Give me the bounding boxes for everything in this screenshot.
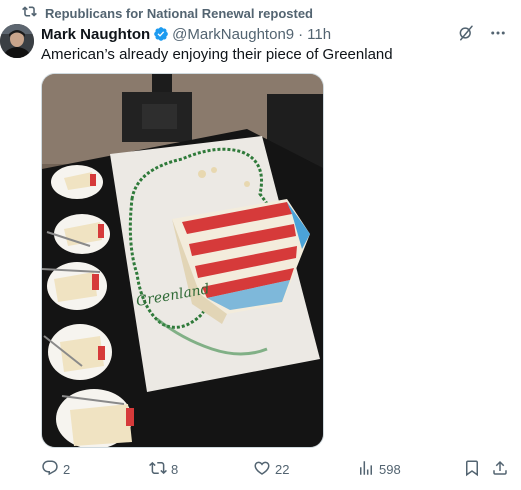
reply-count: 2 [63,461,71,477]
heart-icon [253,459,271,480]
author-handle[interactable]: @MarkNaughton9 [172,26,294,43]
timestamp[interactable]: 11h [307,26,331,43]
like-button[interactable]: 22 [253,459,289,480]
bookmark-icon [463,459,481,480]
views-icon [357,459,375,480]
reply-icon [41,459,59,480]
share-button[interactable] [491,459,509,480]
avatar[interactable] [0,24,34,58]
tweet-photo[interactable]: Greenland [41,73,324,448]
views-count: 598 [379,461,401,477]
verified-badge-icon[interactable] [153,26,169,42]
repost-text[interactable]: Republicans for National Renewal reposte… [45,6,313,21]
action-bar: 2 8 22 598 [41,458,511,480]
repost-count: 8 [171,461,179,477]
grok-icon[interactable] [457,24,475,42]
top-actions [457,24,507,42]
bookmark-button[interactable] [463,459,481,480]
like-count: 22 [275,461,290,477]
reply-button[interactable]: 2 [41,459,70,480]
repost-icon [22,4,37,22]
repost-indicator[interactable]: Republicans for National Renewal reposte… [22,5,313,21]
views-button[interactable]: 598 [357,459,401,480]
repost-action-icon [149,459,167,480]
author-name[interactable]: Mark Naughton [41,26,150,43]
more-icon[interactable] [489,24,507,42]
share-icon [491,459,509,480]
tweet-text: American’s already enjoying their piece … [41,46,393,63]
tweet-header: Mark Naughton @MarkNaughton9 · 11h [41,24,331,44]
separator: · [298,25,304,43]
repost-button[interactable]: 8 [149,459,178,480]
